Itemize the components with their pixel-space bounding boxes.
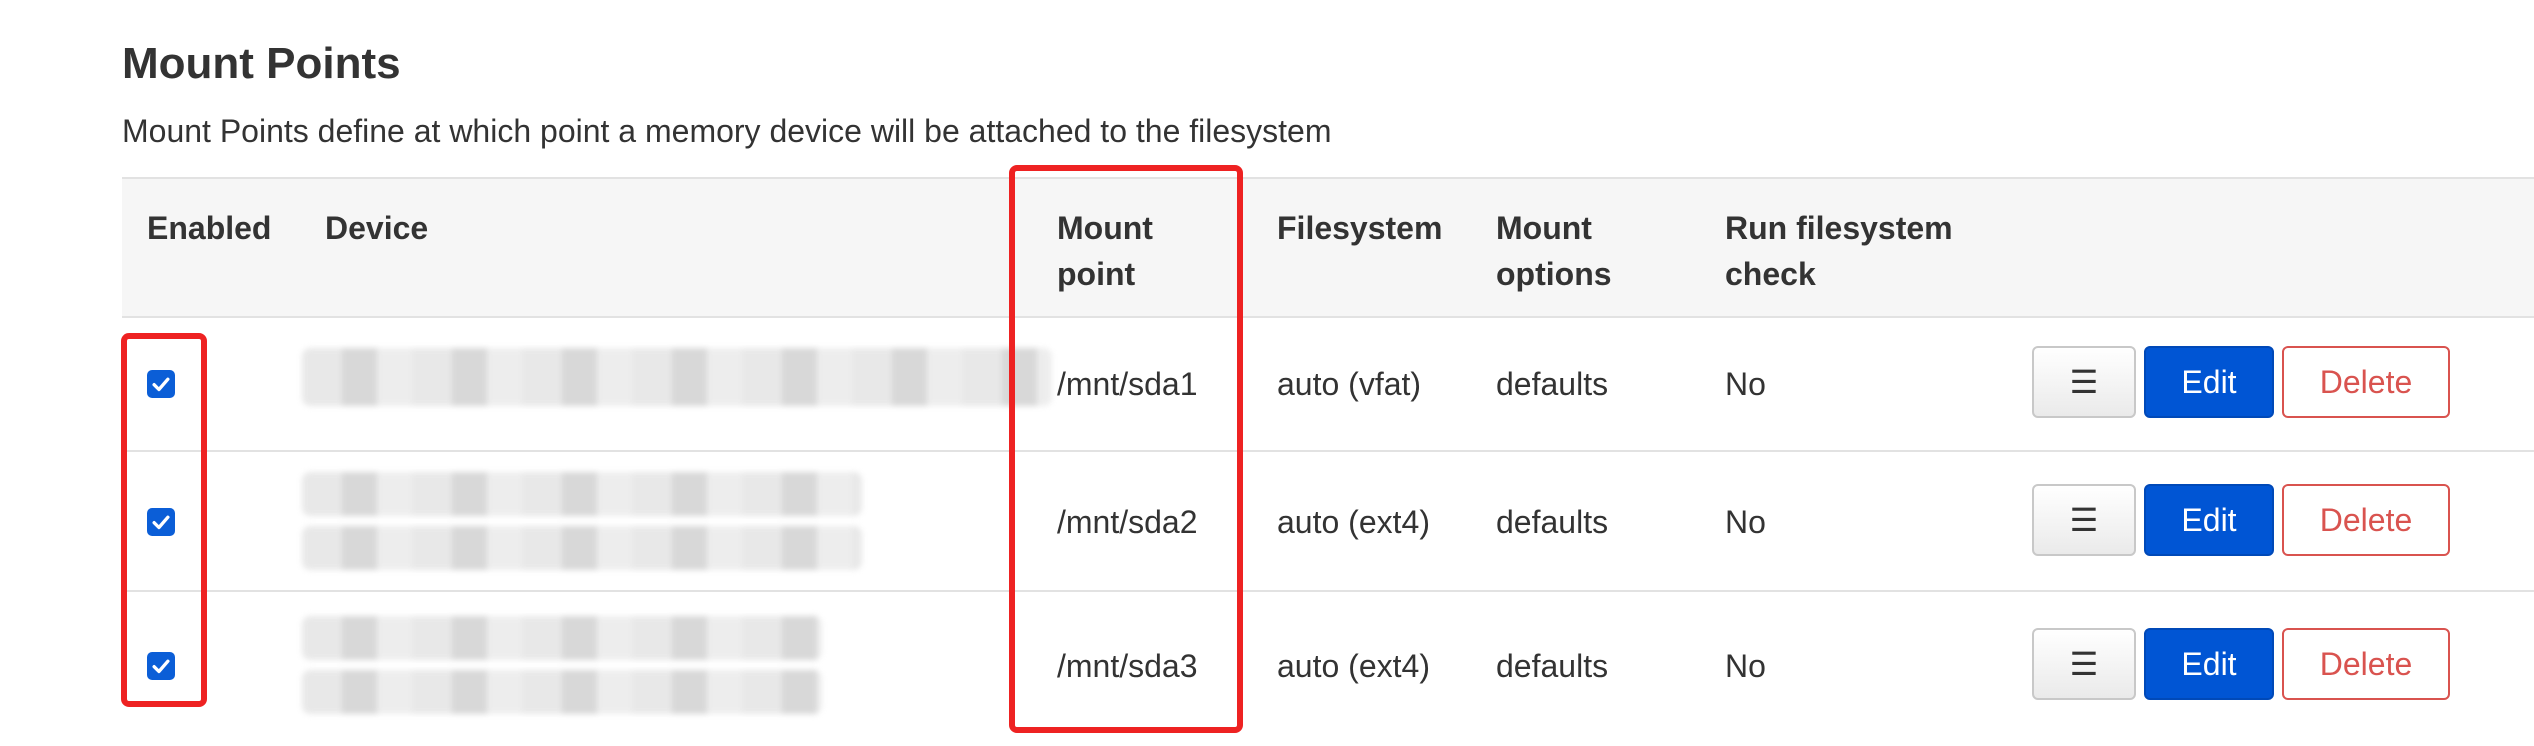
device-redacted xyxy=(302,670,822,714)
checkmark-icon xyxy=(152,515,170,530)
mount-point-value: /mnt/sda3 xyxy=(1057,648,1198,684)
edit-button[interactable]: Edit xyxy=(2144,484,2274,556)
enabled-checkbox[interactable] xyxy=(147,652,175,680)
header-device: Device xyxy=(325,210,429,246)
fs-check-value: No xyxy=(1725,366,1766,402)
edit-button[interactable]: Edit xyxy=(2144,628,2274,700)
mount-options-value: defaults xyxy=(1496,366,1609,402)
device-redacted xyxy=(302,348,1052,406)
fs-check-value: No xyxy=(1725,648,1766,684)
filesystem-value: auto (ext4) xyxy=(1277,504,1430,540)
menu-button[interactable]: ☰ xyxy=(2032,484,2136,556)
table-row: /mnt/sda1 auto (vfat) defaults No ☰ Edit… xyxy=(122,318,2534,452)
menu-button[interactable]: ☰ xyxy=(2032,346,2136,418)
section-title: Mount Points xyxy=(122,39,401,88)
mount-options-value: defaults xyxy=(1496,648,1609,684)
mount-point-value: /mnt/sda2 xyxy=(1057,504,1198,540)
checkmark-icon xyxy=(152,377,170,392)
filesystem-value: auto (ext4) xyxy=(1277,648,1430,684)
device-redacted xyxy=(302,526,862,570)
section-description: Mount Points define at which point a mem… xyxy=(122,113,1332,149)
table-row: /mnt/sda3 auto (ext4) defaults No ☰ Edit… xyxy=(122,592,2534,730)
header-run-filesystem-check: Run filesystem check xyxy=(1725,210,1953,292)
menu-button[interactable]: ☰ xyxy=(2032,628,2136,700)
delete-button[interactable]: Delete xyxy=(2282,346,2450,418)
header-filesystem: Filesystem xyxy=(1277,210,1443,246)
mount-points-table: Enabled Device Mount point Filesystem Mo… xyxy=(122,177,2534,730)
mount-options-value: defaults xyxy=(1496,504,1609,540)
table-row: /mnt/sda2 auto (ext4) defaults No ☰ Edit… xyxy=(122,452,2534,592)
header-mount-point: Mount point xyxy=(1057,210,1153,292)
mount-points-page: Mount Points Mount Points define at whic… xyxy=(0,0,2534,746)
fs-check-value: No xyxy=(1725,504,1766,540)
menu-icon: ☰ xyxy=(2069,646,2099,682)
delete-button[interactable]: Delete xyxy=(2282,628,2450,700)
menu-icon: ☰ xyxy=(2069,364,2099,400)
mount-point-value: /mnt/sda1 xyxy=(1057,366,1198,402)
edit-button[interactable]: Edit xyxy=(2144,346,2274,418)
table-header: Enabled Device Mount point Filesystem Mo… xyxy=(122,179,2534,318)
header-enabled: Enabled xyxy=(147,210,272,246)
device-redacted xyxy=(302,472,862,516)
device-redacted xyxy=(302,616,822,660)
header-mount-options: Mount options xyxy=(1496,210,1612,292)
delete-button[interactable]: Delete xyxy=(2282,484,2450,556)
menu-icon: ☰ xyxy=(2069,502,2099,538)
enabled-checkbox[interactable] xyxy=(147,370,175,398)
enabled-checkbox[interactable] xyxy=(147,508,175,536)
checkmark-icon xyxy=(152,659,170,674)
filesystem-value: auto (vfat) xyxy=(1277,366,1422,402)
